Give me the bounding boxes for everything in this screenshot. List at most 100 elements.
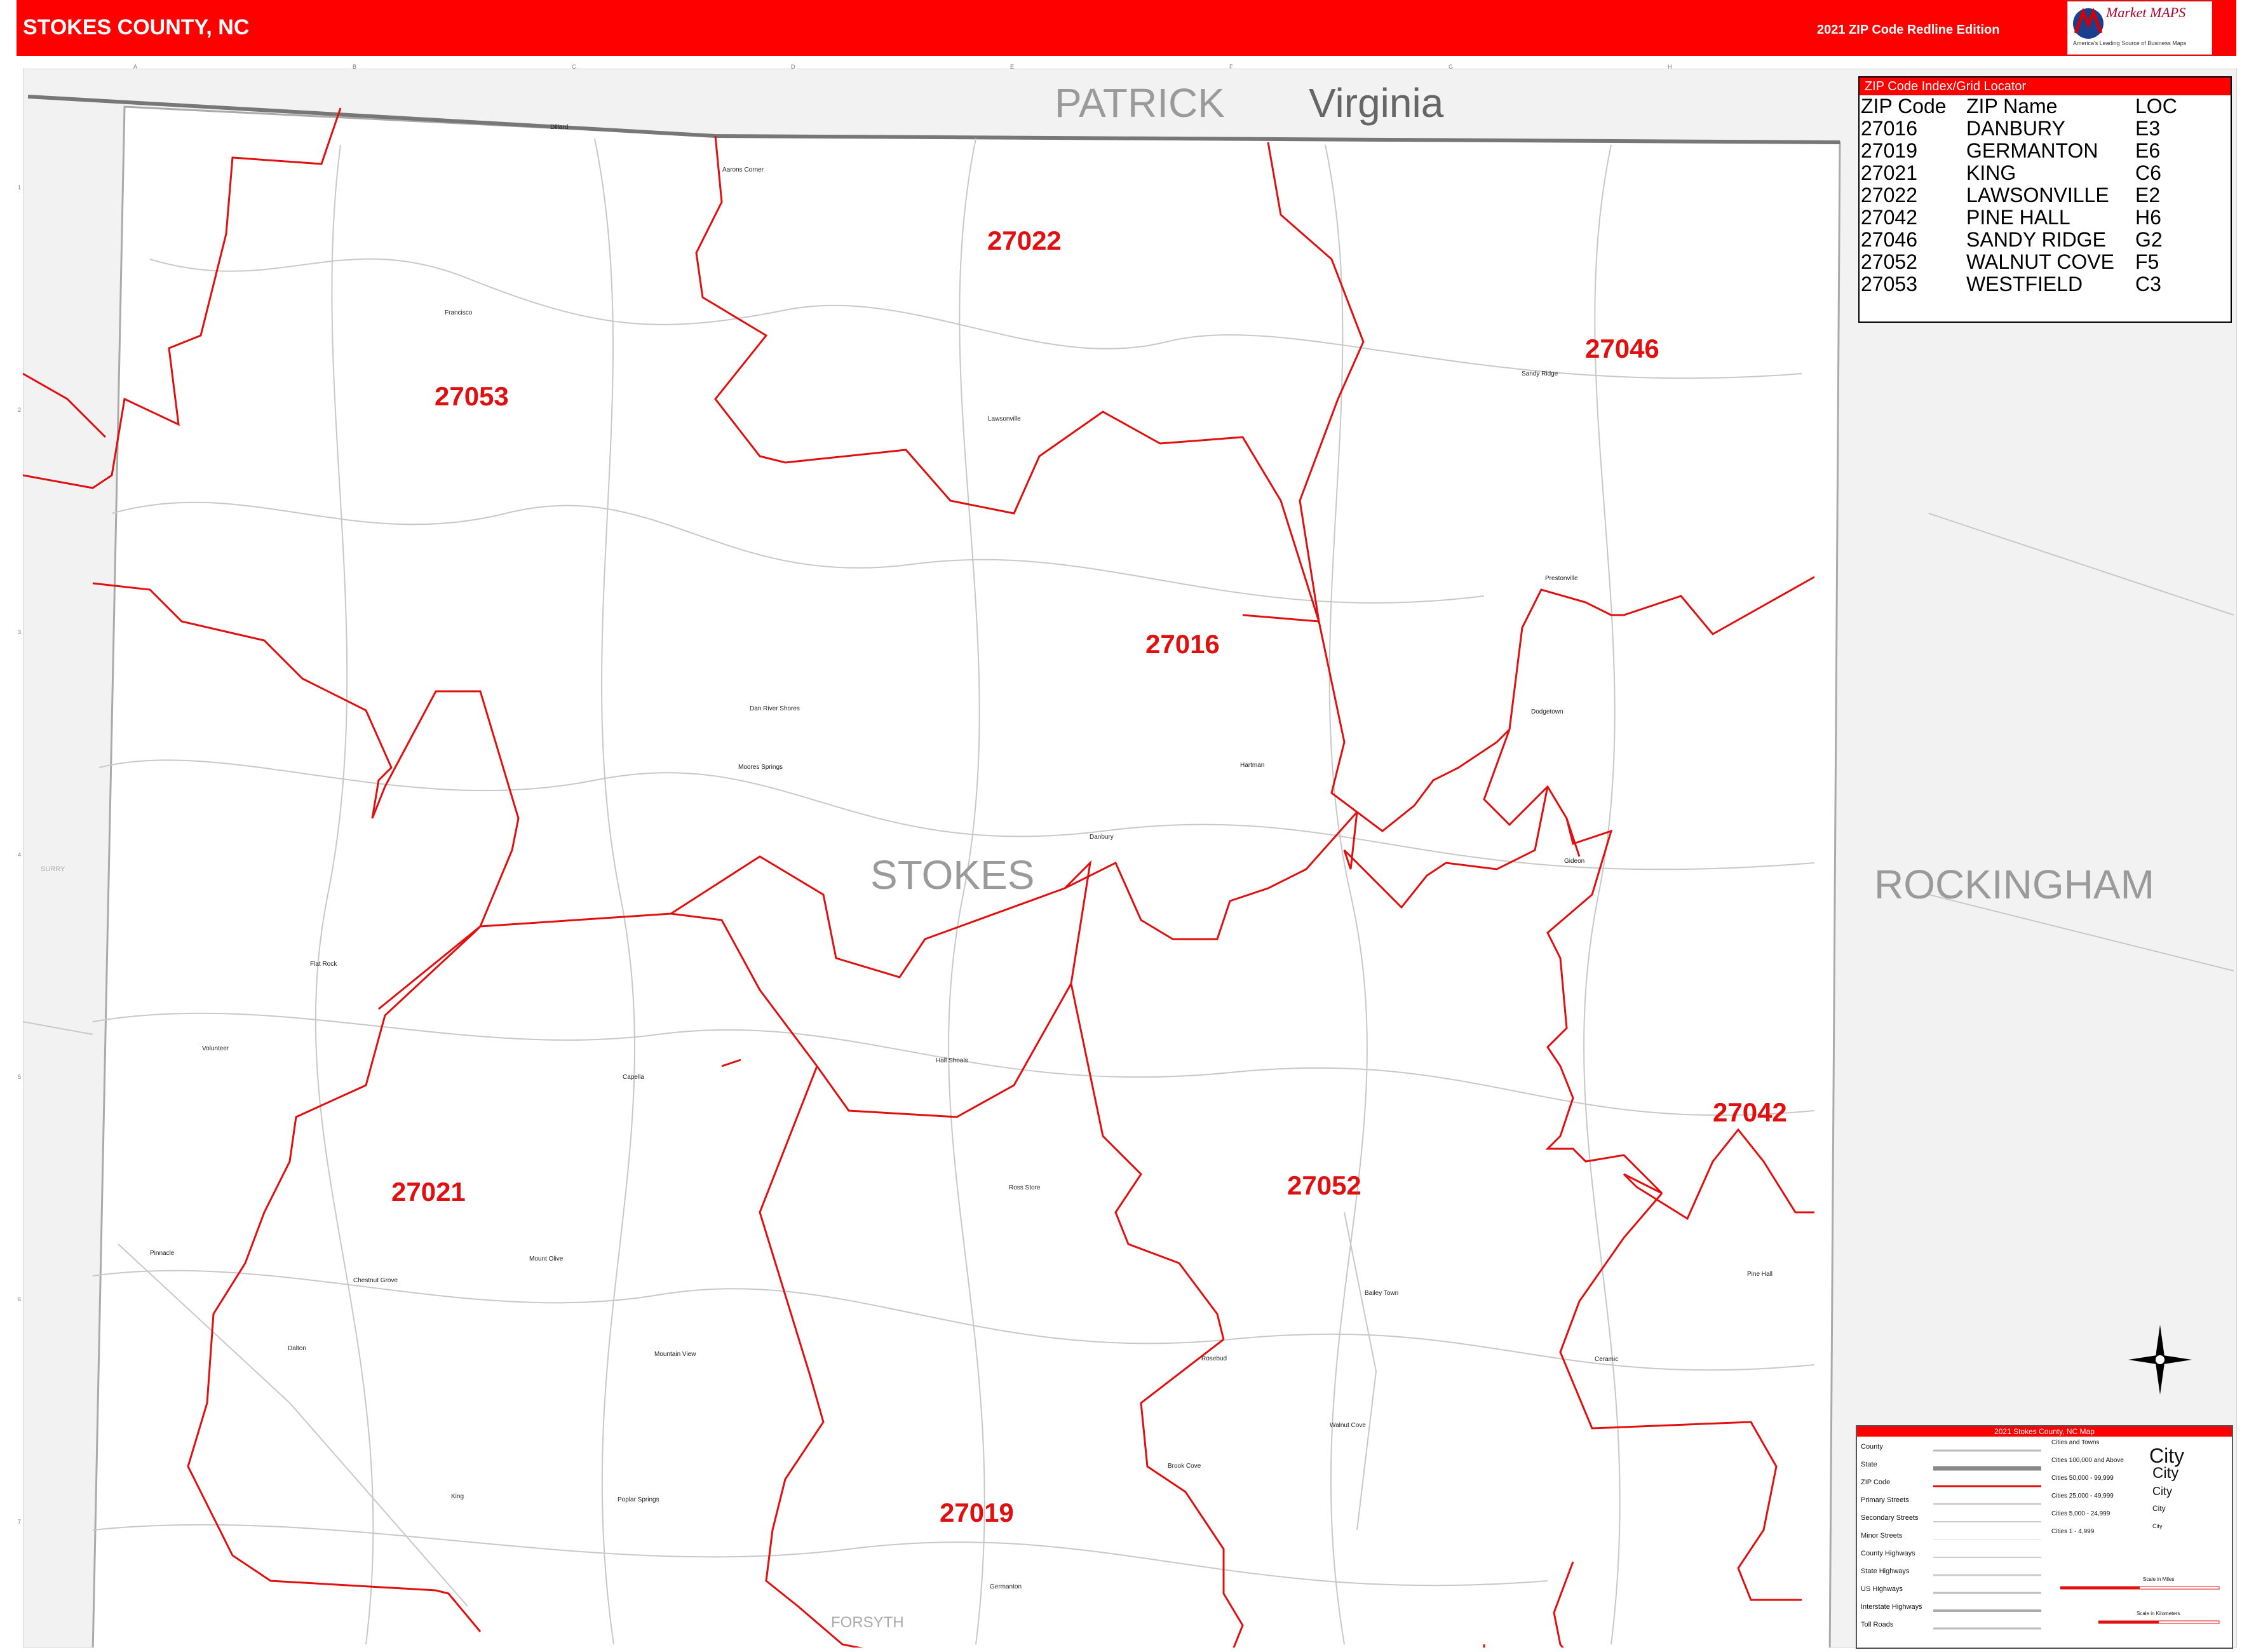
town-label: Mount Olive [529, 1256, 564, 1263]
town-label: Moores Springs [738, 764, 783, 771]
town-label: Dillard [550, 124, 569, 131]
legend-title: 2021 Stokes County, NC Map [1857, 1426, 2232, 1437]
zip-label: 27016 [1145, 629, 1220, 659]
table-row: 27021 KING C6 [1861, 162, 2177, 184]
region-label-forsyth: FORSYTH [831, 1614, 904, 1631]
region-label-stokes: STOKES [870, 852, 1035, 898]
region-label-patrick: PATRICK [1055, 80, 1225, 126]
town-label: Sandy Ridge [1522, 370, 1558, 377]
grid-col-label: D [791, 64, 795, 70]
zip-name-cell: SANDY RIDGE [1966, 228, 2106, 251]
table-row: 27022 LAWSONVILLE E2 [1861, 184, 2177, 207]
legend-item: Primary Streets [1861, 1496, 1909, 1504]
town-label: Pinnacle [150, 1250, 175, 1257]
town-label: Poplar Springs [618, 1496, 659, 1503]
town-label: Danbury [1090, 834, 1114, 841]
legend-item: US Highways [1861, 1585, 1903, 1593]
grid-col-label: H [1668, 64, 1672, 70]
market-maps-logo: Market MAPS America's Leading Source of … [2067, 1, 2212, 55]
logo-emblem-icon [2073, 7, 2104, 39]
legend-city-size: Cities 25,000 - 49,999 [2051, 1493, 2114, 1500]
legend-item: State [1861, 1461, 1877, 1468]
legend-item: ZIP Code [1861, 1479, 1891, 1486]
town-label: King [451, 1493, 464, 1500]
edition-label: 2021 ZIP Code Redline Edition [1817, 23, 2000, 37]
loc-cell: E3 [2135, 117, 2161, 140]
zip-name-cell: GERMANTON [1966, 139, 2098, 162]
grid-col-label: C [572, 64, 576, 70]
zip-label: 27019 [940, 1498, 1014, 1527]
loc-cell: E6 [2135, 139, 2161, 162]
legend-city-size: Cities and Towns [2051, 1439, 2100, 1446]
zip-label: 27021 [391, 1177, 466, 1207]
scale-miles-label: Scale in Miles [2143, 1576, 2175, 1582]
zip-name-cell: LAWSONVILLE [1966, 184, 2109, 207]
town-label: Hall Shoals [936, 1057, 968, 1064]
legend-city-size: Cities 100,000 and Above [2051, 1457, 2124, 1464]
legend-city-sample: City [2152, 1485, 2172, 1498]
table-header-row: ZIP Code ZIP Name LOC [1861, 95, 2177, 118]
legend-item: County Highways [1861, 1550, 1915, 1557]
zip-name-cell: WESTFIELD [1966, 273, 2083, 295]
town-label: Pine Hall [1747, 1271, 1773, 1278]
grid-row-label: 2 [18, 407, 22, 413]
grid-row-label: 1 [18, 184, 22, 191]
legend-city-size: Cities 1 - 4,999 [2051, 1528, 2095, 1535]
legend-city-size: Cities 50,000 - 99,999 [2051, 1475, 2114, 1482]
zip-cell: 27021 [1861, 161, 1917, 184]
legend-item: Minor Streets [1861, 1532, 1903, 1540]
grid-row-label: 6 [18, 1296, 22, 1303]
table-row: 27053 WESTFIELD C3 [1861, 273, 2177, 295]
region-label-surry: SURRY [41, 865, 65, 873]
loc-cell: C6 [2135, 161, 2161, 184]
compass-rose-icon [2128, 1325, 2192, 1395]
table-row: 27016 DANBURY E3 [1861, 118, 2177, 140]
zip-name-cell: KING [1966, 161, 2016, 184]
logo-name: Market MAPS [2106, 4, 2186, 20]
town-label: Dalton [288, 1345, 306, 1352]
zip-label: 27052 [1287, 1170, 1361, 1200]
town-label: Ceramic [1595, 1356, 1619, 1363]
loc-cell: C3 [2135, 273, 2161, 295]
town-label: Bailey Town [1365, 1290, 1399, 1297]
zip-index-table: ZIP Code ZIP Name LOC 27016 DANBURY E3 270… [1861, 95, 2177, 295]
grid-col-label: E [1010, 64, 1015, 70]
town-label: Walnut Cove [1330, 1422, 1366, 1429]
header-bar: STOKES COUNTY, NC 2021 ZIP Code Redline … [17, 0, 2236, 56]
zip-name-cell: DANBURY [1966, 117, 2065, 140]
town-label: Hartman [1240, 762, 1265, 769]
table-row: 27052 WALNUT COVE F5 [1861, 251, 2177, 273]
town-label: Flat Rock [310, 961, 337, 968]
legend-item: State Highways [1861, 1567, 1910, 1575]
legend-item: County [1861, 1443, 1883, 1451]
logo-tagline: America's Leading Source of Business Map… [2073, 40, 2187, 46]
zip-label: 27042 [1713, 1097, 1787, 1127]
region-label-virginia: Virginia [1309, 80, 1444, 126]
legend-item: Secondary Streets [1861, 1514, 1919, 1522]
loc-cell: F5 [2135, 250, 2159, 273]
zip-label: 27046 [1585, 334, 1659, 363]
town-label: Dodgetown [1531, 708, 1563, 715]
legend-item: Interstate Highways [1861, 1603, 1922, 1611]
town-label: Ross Store [1009, 1184, 1041, 1191]
scale-bar-km [2098, 1620, 2220, 1624]
zip-cell: 27052 [1861, 250, 1917, 273]
town-label: Brook Cove [1168, 1463, 1201, 1470]
town-label: Volunteer [202, 1045, 229, 1052]
town-label: Germanton [990, 1583, 1022, 1590]
grid-col-label: A [133, 64, 138, 70]
town-label: Lawsonville [988, 416, 1021, 423]
table-row: 27019 GERMANTON E6 [1861, 140, 2177, 162]
zip-index-panel: ZIP Code Index/Grid Locator ZIP Code ZIP… [1858, 76, 2232, 323]
grid-row-label: 5 [18, 1074, 22, 1080]
zip-name-cell: WALNUT COVE [1966, 250, 2114, 273]
column-header: ZIP Code [1861, 95, 1947, 118]
legend-city-sample: City [2152, 1504, 2166, 1513]
town-label: Chestnut Grove [353, 1277, 398, 1284]
zip-cell: 27046 [1861, 228, 1917, 251]
loc-cell: E2 [2135, 184, 2161, 207]
legend-city-sample: City [2152, 1523, 2163, 1529]
grid-col-label: B [353, 64, 357, 70]
town-label: Francisco [445, 309, 473, 316]
zip-cell: 27022 [1861, 184, 1917, 207]
